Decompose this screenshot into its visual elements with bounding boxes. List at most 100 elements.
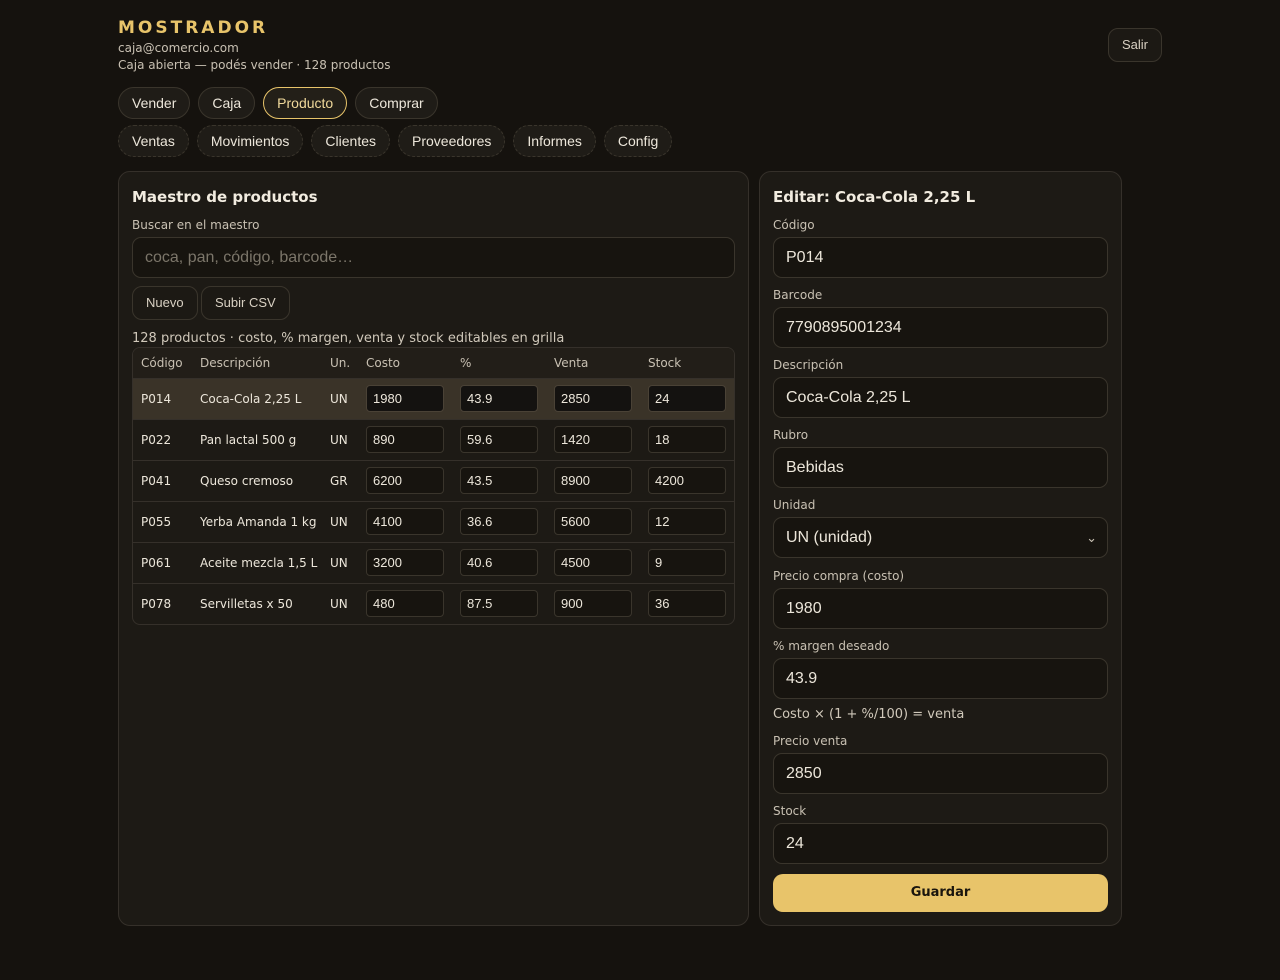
price-field[interactable]: 2850 bbox=[773, 753, 1108, 794]
chevron-down-icon: ⌄ bbox=[1086, 530, 1097, 545]
row-desc: Queso cremoso bbox=[192, 459, 322, 501]
nav-producto[interactable]: Producto bbox=[263, 87, 348, 119]
logout-button[interactable]: Salir bbox=[1107, 28, 1162, 62]
nav-vender[interactable]: Vender bbox=[118, 87, 191, 119]
row-unit: UN bbox=[322, 377, 358, 419]
cost-field[interactable]: 1980 bbox=[773, 588, 1108, 629]
cash-status: Caja abierta — podés vender · 128 produc… bbox=[118, 58, 391, 72]
pct-input[interactable]: 43.9 bbox=[460, 385, 538, 412]
row-code: P041 bbox=[133, 459, 192, 501]
pct-input[interactable]: 59.6 bbox=[460, 426, 538, 453]
stock-input[interactable]: 4200 bbox=[648, 467, 726, 494]
barcode-field[interactable]: 7790895001234 bbox=[773, 307, 1108, 348]
pct-input[interactable]: 40.6 bbox=[460, 549, 538, 576]
description-label: Descripción bbox=[773, 358, 844, 372]
row-code: P078 bbox=[133, 582, 192, 624]
cost-input[interactable]: 1980 bbox=[366, 385, 444, 412]
row-unit: UN bbox=[322, 418, 358, 460]
category-field[interactable]: Bebidas bbox=[773, 447, 1108, 488]
brand-logo: MOSTRADOR bbox=[118, 18, 269, 38]
panel-title: Maestro de productos bbox=[132, 188, 318, 206]
cost-input[interactable]: 890 bbox=[366, 426, 444, 453]
row-code: P014 bbox=[133, 377, 192, 419]
price-input[interactable]: 4500 bbox=[554, 549, 632, 576]
product-table: Código Descripción Un. Costo % Venta Sto… bbox=[132, 347, 735, 625]
row-code: P022 bbox=[133, 418, 192, 460]
col-unit: Un. bbox=[322, 348, 358, 378]
row-unit: UN bbox=[322, 541, 358, 583]
row-desc: Servilletas x 50 bbox=[192, 582, 322, 624]
price-label: Precio venta bbox=[773, 734, 848, 748]
table-row[interactable]: P014 Coca-Cola 2,25 L UN 1980 43.9 2850 … bbox=[133, 377, 734, 419]
row-unit: UN bbox=[322, 582, 358, 624]
stock-input[interactable]: 24 bbox=[648, 385, 726, 412]
col-pct: % bbox=[452, 348, 546, 378]
stock-input[interactable]: 12 bbox=[648, 508, 726, 535]
code-field[interactable]: P014 bbox=[773, 237, 1108, 278]
row-code: P061 bbox=[133, 541, 192, 583]
search-input[interactable]: coca, pan, código, barcode… bbox=[132, 237, 735, 278]
search-label: Buscar en el maestro bbox=[132, 218, 260, 232]
price-input[interactable]: 2850 bbox=[554, 385, 632, 412]
table-row[interactable]: P055 Yerba Amanda 1 kg UN 4100 36.6 5600… bbox=[133, 500, 734, 542]
new-product-button[interactable]: Nuevo bbox=[132, 286, 198, 320]
price-input[interactable]: 5600 bbox=[554, 508, 632, 535]
editor-title: Editar: Coca-Cola 2,25 L bbox=[773, 188, 976, 206]
cost-input[interactable]: 480 bbox=[366, 590, 444, 618]
description-field[interactable]: Coca-Cola 2,25 L bbox=[773, 377, 1108, 418]
nav-caja[interactable]: Caja bbox=[198, 87, 256, 119]
row-unit: UN bbox=[322, 500, 358, 542]
cost-input[interactable]: 6200 bbox=[366, 467, 444, 494]
primary-nav: Vender Caja Producto Comprar bbox=[118, 87, 438, 119]
nav-comprar[interactable]: Comprar bbox=[355, 87, 438, 119]
stock-input[interactable]: 36 bbox=[648, 590, 726, 618]
pct-input[interactable]: 43.5 bbox=[460, 467, 538, 494]
nav-clientes[interactable]: Clientes bbox=[311, 125, 391, 157]
price-input[interactable]: 8900 bbox=[554, 467, 632, 494]
pct-input[interactable]: 36.6 bbox=[460, 508, 538, 535]
user-email: caja@comercio.com bbox=[118, 41, 239, 55]
price-input[interactable]: 1420 bbox=[554, 426, 632, 453]
nav-movimientos[interactable]: Movimientos bbox=[196, 125, 304, 157]
product-editor-panel: Editar: Coca-Cola 2,25 L Código P014 Bar… bbox=[759, 171, 1122, 926]
margin-field[interactable]: 43.9 bbox=[773, 658, 1108, 699]
nav-config[interactable]: Config bbox=[603, 125, 673, 157]
barcode-label: Barcode bbox=[773, 288, 823, 302]
stock-label: Stock bbox=[773, 804, 807, 818]
stock-input[interactable]: 18 bbox=[648, 426, 726, 453]
row-desc: Aceite mezcla 1,5 L bbox=[192, 541, 322, 583]
row-unit: GR bbox=[322, 459, 358, 501]
row-code: P055 bbox=[133, 500, 192, 542]
unit-label: Unidad bbox=[773, 498, 816, 512]
cost-input[interactable]: 4100 bbox=[366, 508, 444, 535]
table-row[interactable]: P022 Pan lactal 500 g UN 890 59.6 1420 1… bbox=[133, 418, 734, 460]
col-stock: Stock bbox=[640, 348, 734, 378]
table-row[interactable]: P061 Aceite mezcla 1,5 L UN 3200 40.6 45… bbox=[133, 541, 734, 583]
grid-note: 128 productos · costo, % margen, venta y… bbox=[132, 331, 565, 346]
category-label: Rubro bbox=[773, 428, 809, 442]
table-row[interactable]: P041 Queso cremoso GR 6200 43.5 8900 420… bbox=[133, 459, 734, 501]
stock-input[interactable]: 9 bbox=[648, 549, 726, 576]
price-input[interactable]: 900 bbox=[554, 590, 632, 618]
table-row[interactable]: P078 Servilletas x 50 UN 480 87.5 900 36 bbox=[133, 582, 734, 624]
nav-informes[interactable]: Informes bbox=[513, 125, 596, 157]
row-desc: Coca-Cola 2,25 L bbox=[192, 377, 322, 419]
price-formula: Costo × (1 + %/100) = venta bbox=[773, 707, 965, 722]
nav-ventas[interactable]: Ventas bbox=[118, 125, 189, 157]
cost-input[interactable]: 3200 bbox=[366, 549, 444, 576]
stock-field[interactable]: 24 bbox=[773, 823, 1108, 864]
col-desc: Descripción bbox=[192, 348, 322, 378]
product-master-panel: Maestro de productos Buscar en el maestr… bbox=[118, 171, 749, 926]
col-code: Código bbox=[133, 348, 192, 378]
col-price: Venta bbox=[546, 348, 640, 378]
unit-select-value: UN (unidad) bbox=[786, 529, 873, 546]
col-cost: Costo bbox=[358, 348, 452, 378]
save-button[interactable]: Guardar bbox=[773, 874, 1108, 912]
row-desc: Yerba Amanda 1 kg bbox=[192, 500, 322, 542]
upload-csv-button[interactable]: Subir CSV bbox=[201, 286, 290, 320]
margin-label: % margen deseado bbox=[773, 639, 890, 653]
row-desc: Pan lactal 500 g bbox=[192, 418, 322, 460]
nav-proveedores[interactable]: Proveedores bbox=[398, 125, 506, 157]
unit-select[interactable]: UN (unidad) ⌄ bbox=[773, 517, 1108, 558]
pct-input[interactable]: 87.5 bbox=[460, 590, 538, 618]
